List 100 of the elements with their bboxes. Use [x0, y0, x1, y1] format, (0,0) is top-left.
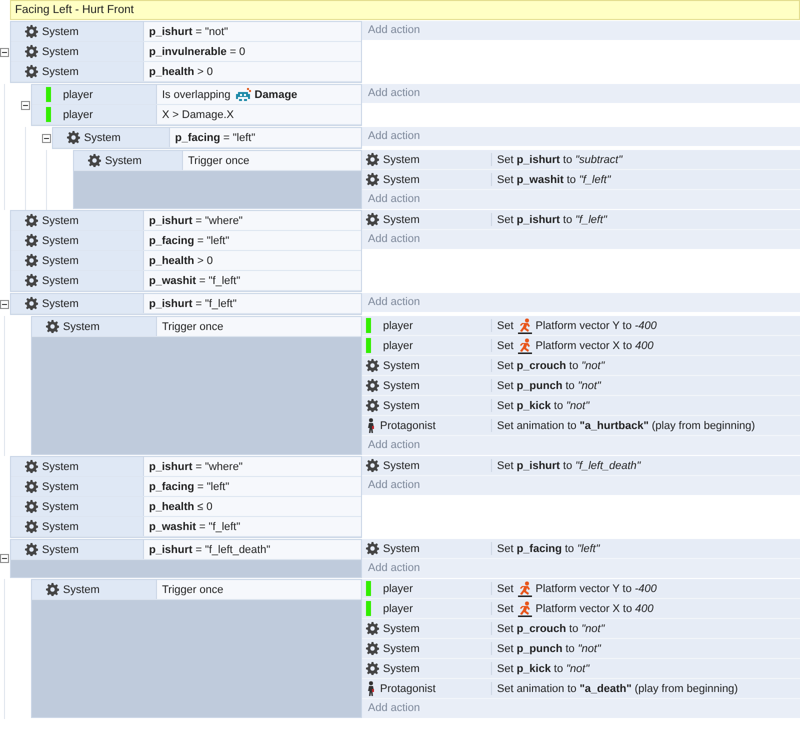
gear-icon: [67, 131, 80, 144]
gear-icon: [88, 154, 101, 167]
collapse-toggle[interactable]: [0, 300, 9, 308]
object-name: System: [42, 298, 79, 310]
object-name: System: [42, 66, 79, 78]
condition-text: p_health > 0: [149, 66, 213, 78]
action-text: Set p_ishurt to "subtract": [497, 154, 622, 166]
object-name: Protagonist: [380, 682, 436, 694]
action-text: Platform vector Y to -400: [536, 320, 657, 332]
object-name: System: [42, 460, 79, 472]
object-name: System: [383, 622, 420, 634]
action-text: Set: [497, 340, 514, 352]
object-name: player: [383, 340, 413, 352]
gear-icon: [25, 480, 38, 493]
condition-text: Damage: [254, 88, 298, 100]
gear-icon: [366, 213, 379, 226]
add-action-link[interactable]: Add action: [362, 127, 800, 146]
collapse-toggle[interactable]: [42, 134, 51, 142]
condition-text: p_ishurt = "f_left_death": [149, 544, 270, 556]
add-action-link[interactable]: Add action: [362, 21, 800, 40]
action-text: Set: [497, 602, 514, 614]
condition-text: Is overlapping: [162, 88, 230, 100]
gear-icon: [366, 459, 379, 472]
gear-icon: [366, 359, 379, 372]
action-text: Set p_crouch to "not": [497, 360, 604, 372]
object-name: player: [383, 602, 413, 614]
gear-icon: [25, 500, 38, 513]
object-name: Protagonist: [380, 420, 436, 432]
add-action-link[interactable]: Add action: [362, 190, 800, 209]
add-action-link[interactable]: Add action: [362, 699, 800, 718]
color-bar-icon: [366, 338, 371, 353]
gear-icon: [25, 214, 38, 227]
condition-text: p_facing = "left": [175, 132, 256, 144]
gear-icon: [25, 45, 38, 58]
action-text: Set: [497, 582, 514, 594]
group-title: Facing Left - Hurt Front: [10, 0, 800, 20]
object-name: System: [42, 254, 79, 266]
condition-text: p_health > 0: [149, 254, 213, 266]
gear-icon: [366, 642, 379, 655]
gear-icon: [25, 543, 38, 556]
runner-icon: [516, 318, 533, 334]
condition-text: X > Damage.X: [162, 108, 234, 120]
condition-text: p_ishurt = "not": [149, 26, 228, 38]
object-name: System: [383, 360, 420, 372]
condition-text: Trigger once: [162, 584, 224, 596]
object-name: System: [42, 544, 79, 556]
condition-text: Trigger once: [188, 154, 250, 166]
color-bar-icon: [366, 318, 371, 333]
object-name: System: [383, 154, 420, 166]
object-name: System: [42, 480, 79, 492]
condition-text: p_washit = "f_left": [149, 520, 240, 532]
action-text: Set p_kick to "not": [497, 662, 590, 674]
condition-text: Trigger once: [162, 320, 224, 332]
gear-icon: [366, 153, 379, 166]
object-name: System: [63, 320, 100, 332]
object-name: System: [383, 460, 420, 472]
condition-text: p_facing = "left": [149, 480, 230, 492]
color-bar-icon: [366, 581, 371, 596]
object-name: player: [383, 320, 413, 332]
add-action-link[interactable]: Add action: [362, 84, 800, 103]
object-name: player: [63, 88, 93, 100]
add-action-link[interactable]: Add action: [362, 293, 800, 312]
gear-icon: [25, 520, 38, 533]
creature-icon: [234, 88, 252, 102]
object-name: player: [383, 582, 413, 594]
condition-text: p_ishurt = "f_left": [149, 298, 237, 310]
action-text: Set p_crouch to "not": [497, 622, 604, 634]
collapse-toggle[interactable]: [0, 48, 9, 56]
object-name: System: [383, 400, 420, 412]
object-name: System: [42, 46, 79, 58]
condition-text: p_facing = "left": [149, 234, 230, 246]
object-name: System: [383, 380, 420, 392]
object-name: System: [42, 234, 79, 246]
action-text: Set p_punch to "not": [497, 642, 601, 654]
runner-icon: [516, 580, 533, 596]
gear-icon: [46, 583, 59, 596]
object-name: System: [383, 174, 420, 186]
object-name: System: [63, 584, 100, 596]
object-name: System: [42, 274, 79, 286]
action-text: Set animation to "a_death" (play from beginning): [497, 682, 738, 694]
add-action-link[interactable]: Add action: [362, 559, 800, 578]
runner-icon: [516, 600, 533, 616]
action-text: Set p_facing to "left": [497, 542, 600, 554]
action-text: Platform vector Y to -400: [536, 582, 657, 594]
color-bar-icon: [46, 107, 51, 122]
gear-icon: [366, 542, 379, 555]
gear-icon: [25, 460, 38, 473]
object-name: System: [42, 26, 79, 38]
gear-icon: [25, 25, 38, 38]
add-action-link[interactable]: Add action: [362, 436, 800, 455]
action-text: Platform vector X to 400: [536, 340, 654, 352]
condition-text: p_invulnerable = 0: [149, 46, 246, 58]
collapse-toggle[interactable]: [0, 554, 9, 563]
add-action-link[interactable]: Add action: [362, 230, 800, 249]
condition-text: p_ishurt = "where": [149, 460, 243, 472]
collapse-toggle[interactable]: [21, 100, 30, 110]
action-text: Set p_washit to "f_left": [497, 174, 611, 186]
add-action-link[interactable]: Add action: [362, 476, 800, 495]
object-name: System: [42, 214, 79, 226]
action-text: Platform vector X to 400: [536, 602, 654, 614]
